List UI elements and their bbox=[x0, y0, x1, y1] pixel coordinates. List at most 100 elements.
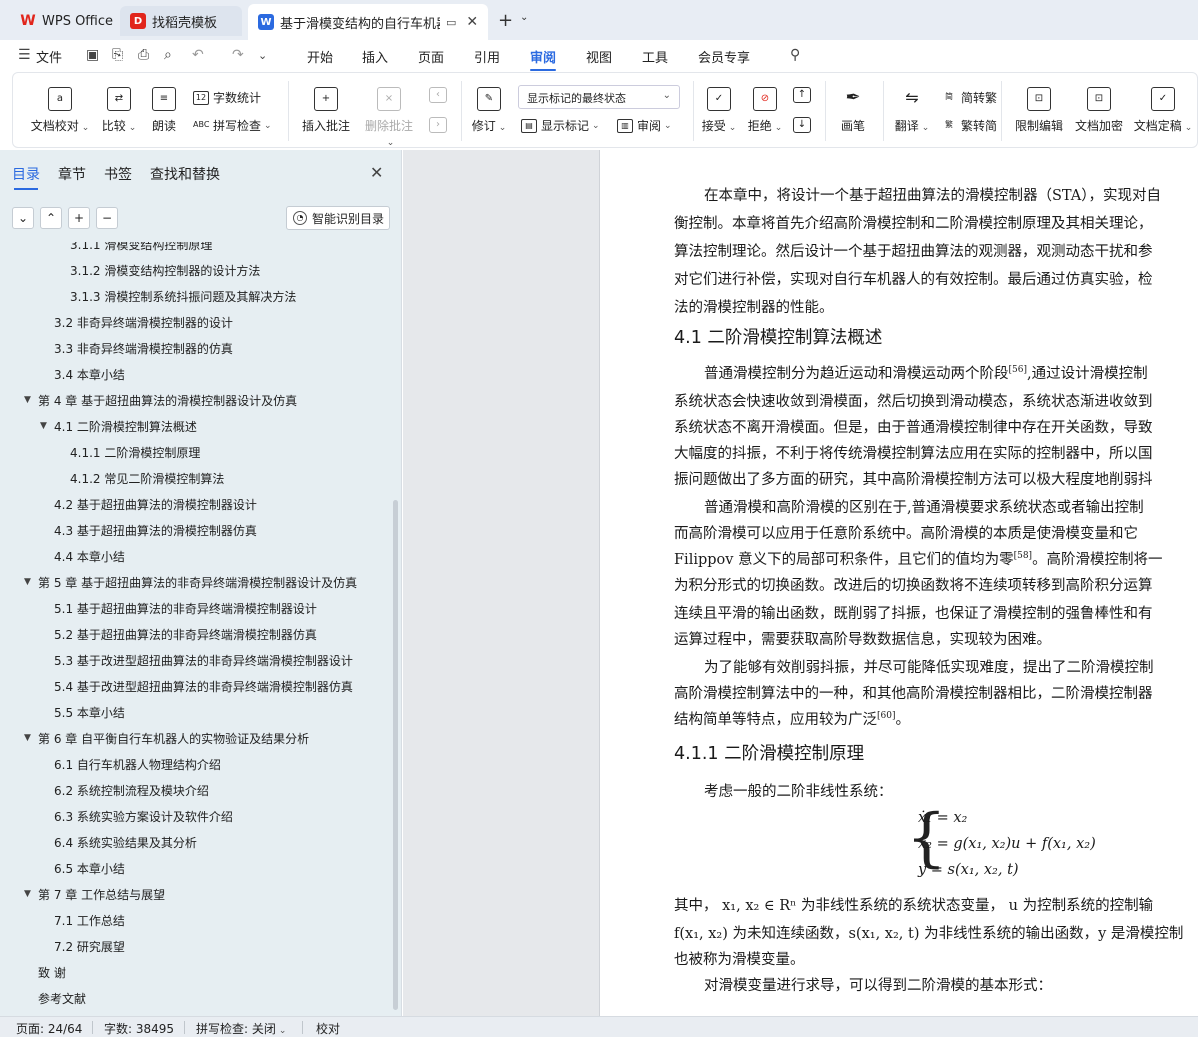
tab-current-document[interactable]: W 基于滑模变结构的自行车机器人 ▭ ✕ bbox=[248, 4, 488, 40]
toc-item[interactable]: 4.1.1 二阶滑模控制原理 bbox=[0, 444, 392, 464]
save-icon[interactable]: ▣ bbox=[86, 47, 99, 63]
menu-file[interactable]: 文件 bbox=[36, 47, 62, 66]
remove-heading-button[interactable]: − bbox=[96, 207, 118, 229]
compare-button[interactable]: ⇄ 比较 ⌄ bbox=[99, 87, 139, 134]
menu-member[interactable]: 会员专享 bbox=[698, 47, 750, 66]
toc-item[interactable]: 4.2 基于超扭曲算法的滑模控制器设计 bbox=[0, 496, 392, 516]
menu-view[interactable]: 视图 bbox=[586, 47, 612, 66]
traditional-to-simplified-button[interactable]: 繁 繁转简 bbox=[941, 117, 997, 134]
pen-button[interactable]: ✒ 画笔 bbox=[835, 87, 871, 134]
expand-toggle-icon[interactable]: ▼ bbox=[24, 889, 31, 899]
toc-item[interactable]: 参考文献 bbox=[0, 990, 392, 1010]
menu-reference[interactable]: 引用 bbox=[474, 47, 500, 66]
close-tab-icon[interactable]: ✕ bbox=[466, 14, 478, 30]
show-markup-button[interactable]: ▤ 显示标记 ⌄ bbox=[521, 117, 600, 134]
toc-item[interactable]: 6.5 本章小结 bbox=[0, 860, 392, 880]
toc-item[interactable]: ▼ 4.1 二阶滑模控制算法概述 bbox=[0, 418, 392, 438]
redo-icon[interactable]: ↷ bbox=[232, 47, 244, 63]
finalize-doc-button[interactable]: ✓ 文档定稿 ⌄ bbox=[1131, 87, 1195, 134]
menu-tools[interactable]: 工具 bbox=[642, 47, 668, 66]
nav-scrollbar[interactable] bbox=[393, 500, 398, 1010]
simplified-to-traditional-button[interactable]: 简 简转繁 bbox=[941, 89, 997, 106]
toc-item[interactable]: 5.5 本章小结 bbox=[0, 704, 392, 724]
toc-item[interactable]: 3.2 非奇异终端滑模控制器的设计 bbox=[0, 314, 392, 334]
monitor-icon[interactable]: ▭ bbox=[446, 16, 456, 29]
toc-item[interactable]: ▼ 第 6 章 自平衡自行车机器人的实物验证及结果分析 bbox=[0, 730, 392, 750]
toc-item[interactable]: 3.3 非奇异终端滑模控制器的仿真 bbox=[0, 340, 392, 360]
word-count-indicator[interactable]: 字数: 38495 bbox=[104, 1020, 174, 1037]
review-pane-button[interactable]: ▥ 审阅 ⌄ bbox=[617, 117, 672, 134]
collapse-all-button[interactable]: ⌄ bbox=[12, 207, 34, 229]
reject-button[interactable]: ⊘ 拒绝 ⌄ bbox=[747, 87, 783, 134]
nav-tab-sections[interactable]: 章节 bbox=[58, 164, 86, 184]
add-heading-button[interactable]: + bbox=[68, 207, 90, 229]
prev-change-button[interactable]: ↑ bbox=[791, 87, 813, 109]
track-changes-button[interactable]: ✎ 修订 ⌄ bbox=[471, 87, 507, 134]
page-indicator[interactable]: 页面: 24/64 bbox=[16, 1020, 82, 1037]
tab-wps-office[interactable]: W WPS Office bbox=[10, 6, 114, 36]
next-change-button[interactable]: ↓ bbox=[791, 117, 813, 139]
new-tab-button[interactable]: + bbox=[498, 10, 513, 31]
undo-icon[interactable]: ↶ bbox=[192, 47, 204, 63]
expand-toggle-icon[interactable]: ▼ bbox=[24, 733, 31, 743]
toc-item[interactable]: 6.2 系统控制流程及模块介绍 bbox=[0, 782, 392, 802]
toc-item[interactable]: 致 谢 bbox=[0, 964, 392, 984]
toc-item[interactable]: 4.1.2 常见二阶滑模控制算法 bbox=[0, 470, 392, 490]
accept-button[interactable]: ✓ 接受 ⌄ bbox=[701, 87, 737, 134]
smart-toc-button[interactable]: ◔ 智能识别目录 bbox=[286, 206, 390, 230]
hamburger-icon[interactable]: ☰ bbox=[18, 47, 31, 63]
nav-tab-toc[interactable]: 目录 bbox=[12, 164, 40, 190]
search-icon[interactable]: ⚲ bbox=[790, 47, 800, 63]
toc-item[interactable]: 4.3 基于超扭曲算法的滑模控制器仿真 bbox=[0, 522, 392, 542]
encrypt-button[interactable]: ⊡ 文档加密 bbox=[1071, 87, 1127, 134]
word-count-button[interactable]: 12 字数统计 bbox=[193, 89, 261, 106]
proofread-status[interactable]: 校对 bbox=[316, 1020, 340, 1037]
nav-tab-bookmarks[interactable]: 书签 bbox=[104, 164, 132, 184]
toc-item[interactable]: 7.1 工作总结 bbox=[0, 912, 392, 932]
prev-comment-button[interactable]: ‹ bbox=[427, 87, 449, 109]
nav-tab-find-replace[interactable]: 查找和替换 bbox=[150, 164, 220, 184]
toc-item[interactable]: 3.1.3 滑模控制系统抖振问题及其解决方法 bbox=[0, 288, 392, 308]
menu-insert[interactable]: 插入 bbox=[362, 47, 388, 66]
restrict-edit-button[interactable]: ⊡ 限制编辑 bbox=[1011, 87, 1067, 134]
markup-state-select[interactable]: 显示标记的最终状态 ⌄ bbox=[518, 85, 680, 109]
spell-check-button[interactable]: ABC 拼写检查 ⌄ bbox=[193, 117, 272, 134]
doc-proofread-button[interactable]: a 文档校对 ⌄ bbox=[29, 87, 91, 134]
toc-item[interactable]: 3.1.1 滑模变结构控制原理 bbox=[0, 242, 392, 256]
print-preview-icon[interactable]: ⌕ bbox=[164, 47, 172, 63]
delete-comment-button[interactable]: × 删除批注⌄ bbox=[361, 87, 417, 148]
toc-item[interactable]: 5.1 基于超扭曲算法的非奇异终端滑模控制器设计 bbox=[0, 600, 392, 620]
translate-button[interactable]: ⇋ 翻译 ⌄ bbox=[891, 87, 933, 134]
expand-toggle-icon[interactable]: ▼ bbox=[40, 421, 47, 431]
menu-start[interactable]: 开始 bbox=[307, 47, 333, 66]
menu-page[interactable]: 页面 bbox=[418, 47, 444, 66]
toc-item[interactable]: 6.4 系统实验结果及其分析 bbox=[0, 834, 392, 854]
tab-docer-templates[interactable]: D 找稻壳模板 bbox=[120, 6, 242, 36]
share-icon[interactable]: ⎘ bbox=[112, 47, 123, 63]
toc-item[interactable]: 4.4 本章小结 bbox=[0, 548, 392, 568]
toc-item[interactable]: ▼ 第 7 章 工作总结与展望 bbox=[0, 886, 392, 906]
menu-review[interactable]: 审阅 bbox=[530, 47, 557, 71]
expand-toggle-icon[interactable]: ▼ bbox=[24, 577, 31, 587]
read-aloud-button[interactable]: ≡ 朗读 bbox=[149, 87, 179, 134]
toc-item[interactable]: 6.3 系统实验方案设计及软件介绍 bbox=[0, 808, 392, 828]
next-comment-button[interactable]: › bbox=[427, 117, 449, 139]
spell-check-toggle[interactable]: 拼写检查: 关闭 ⌄ bbox=[196, 1020, 286, 1037]
toc-item[interactable]: ▼ 第 4 章 基于超扭曲算法的滑模控制器设计及仿真 bbox=[0, 392, 392, 412]
toc-item[interactable]: 3.4 本章小结 bbox=[0, 366, 392, 386]
expand-all-button[interactable]: ⌃ bbox=[40, 207, 62, 229]
document-page[interactable]: 在本章中，将设计一个基于超扭曲算法的滑模控制器（STA），实现对自 衡控制。本章… bbox=[599, 150, 1198, 1016]
close-icon[interactable]: ✕ bbox=[370, 163, 383, 182]
insert-comment-button[interactable]: + 插入批注 bbox=[301, 87, 351, 134]
quick-access-chevron-icon[interactable]: ⌄ bbox=[258, 49, 267, 62]
toc-item[interactable]: 6.1 自行车机器人物理结构介绍 bbox=[0, 756, 392, 776]
tab-list-chevron-icon[interactable]: ⌄ bbox=[520, 12, 528, 23]
toc-item[interactable]: ▼ 第 5 章 基于超扭曲算法的非奇异终端滑模控制器设计及仿真 bbox=[0, 574, 392, 594]
toc-item[interactable]: 7.2 研究展望 bbox=[0, 938, 392, 958]
toc-item[interactable]: 5.3 基于改进型超扭曲算法的非奇异终端滑模控制器设计 bbox=[0, 652, 392, 672]
toc-item[interactable]: 3.1.2 滑模变结构控制器的设计方法 bbox=[0, 262, 392, 282]
print-icon[interactable]: ⎙ bbox=[138, 47, 149, 63]
expand-toggle-icon[interactable]: ▼ bbox=[24, 395, 31, 405]
toc-item[interactable]: 5.4 基于改进型超扭曲算法的非奇异终端滑模控制器仿真 bbox=[0, 678, 392, 698]
toc-item[interactable]: 5.2 基于超扭曲算法的非奇异终端滑模控制器仿真 bbox=[0, 626, 392, 646]
